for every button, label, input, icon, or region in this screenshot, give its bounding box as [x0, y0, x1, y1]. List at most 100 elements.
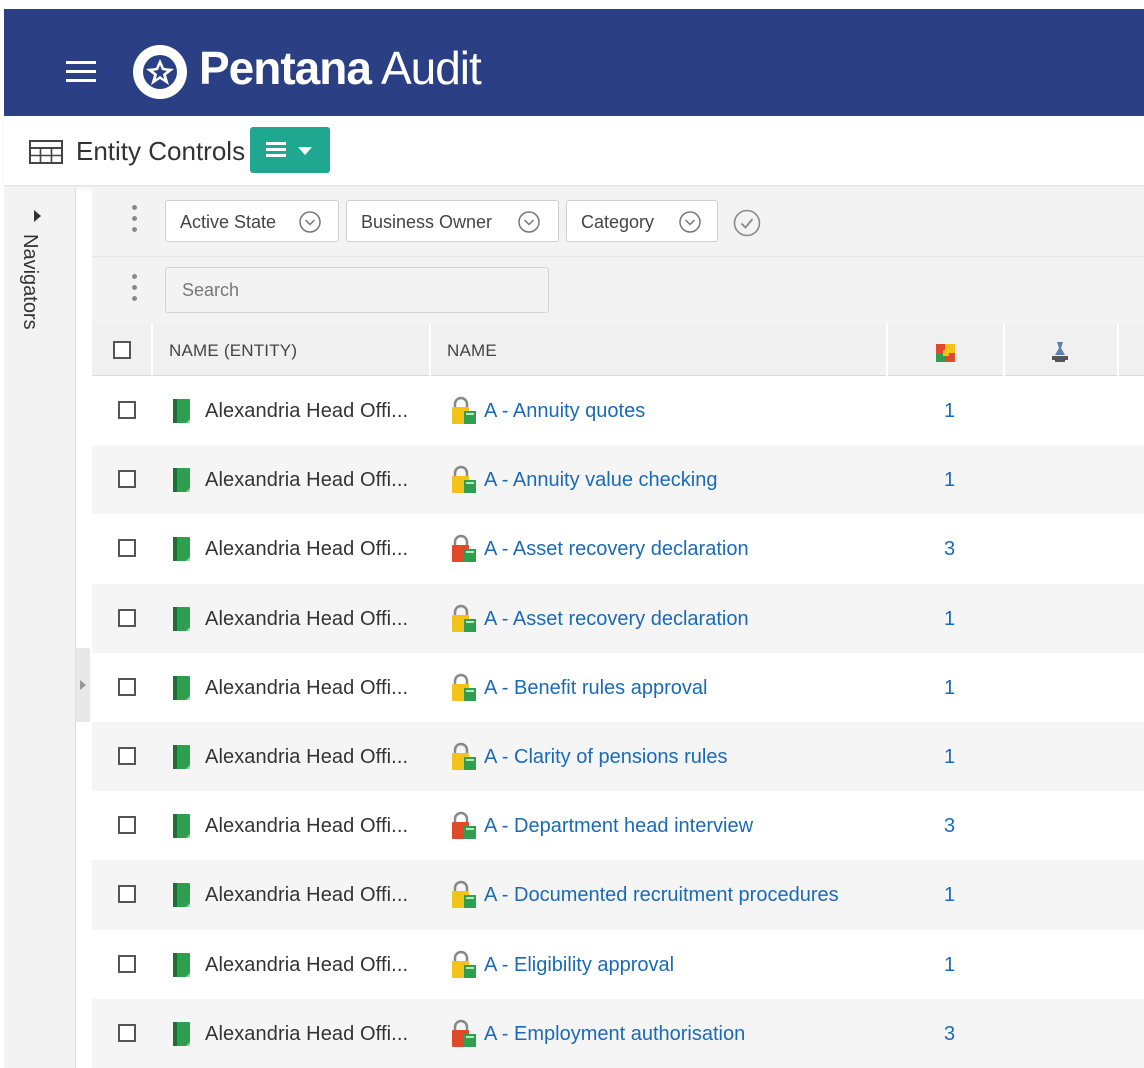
test-count-link[interactable]: 1	[944, 884, 955, 907]
column-header-control-name[interactable]: NAME	[447, 341, 497, 361]
test-count-link[interactable]: 3	[944, 1023, 955, 1046]
entity-name: Alexandria Head Offi...	[205, 745, 409, 768]
search-input[interactable]	[165, 267, 549, 313]
control-lock-icon	[452, 950, 476, 978]
control-lock-icon	[452, 673, 476, 701]
chevron-down-circle-icon	[679, 211, 701, 233]
control-name-link[interactable]: A - Asset recovery declaration	[484, 538, 749, 561]
control-name-link[interactable]: A - Documented recruitment procedures	[484, 884, 839, 907]
column-separator[interactable]	[429, 324, 431, 376]
row-checkbox[interactable]	[118, 539, 136, 558]
entity-icon	[173, 606, 190, 631]
entity-name: Alexandria Head Offi...	[205, 953, 409, 976]
control-name-link[interactable]: A - Employment authorisation	[484, 1023, 745, 1046]
test-count-link[interactable]: 1	[944, 954, 955, 977]
entity-icon	[173, 1021, 190, 1046]
filter-chip-label: Active State	[180, 212, 277, 232]
test-count-link[interactable]: 1	[944, 400, 955, 423]
entity-name: Alexandria Head Offi...	[205, 469, 409, 492]
entity-name: Alexandria Head Offi...	[205, 400, 409, 422]
filter-divider	[92, 256, 1144, 257]
control-lock-icon	[452, 535, 476, 563]
control-name-link[interactable]: A - Benefit rules approval	[484, 677, 707, 700]
filter-chip-category[interactable]: Category	[566, 200, 718, 242]
entity-icon	[173, 399, 190, 423]
table-row[interactable]: Alexandria Head Offi... A - Department he…	[92, 791, 1144, 861]
control-lock-icon	[452, 604, 476, 632]
column-separator[interactable]	[151, 324, 153, 376]
control-status-column-icon[interactable]	[934, 341, 958, 365]
pentana-logo-icon	[133, 45, 187, 99]
entity-icon	[173, 537, 190, 562]
column-separator[interactable]	[886, 324, 888, 376]
entity-icon	[173, 814, 190, 839]
column-separator[interactable]	[1003, 324, 1005, 376]
table-row[interactable]: Alexandria Head Offi... A - Documented re…	[92, 860, 1144, 930]
table-row[interactable]: Alexandria Head Offi... A - Employment au…	[92, 998, 1144, 1068]
entity-name: Alexandria Head Offi...	[205, 538, 409, 561]
chevron-down-circle-icon	[299, 211, 321, 233]
row-checkbox[interactable]	[118, 608, 136, 627]
filter-chip-label: Category	[581, 212, 655, 232]
control-name-link[interactable]: A - Annuity quotes	[484, 400, 645, 423]
row-checkbox[interactable]	[118, 954, 136, 973]
entity-icon	[173, 744, 190, 769]
navigators-panel[interactable]: Navigators	[4, 188, 76, 1068]
test-count-link[interactable]: 1	[944, 746, 955, 769]
row-checkbox[interactable]	[118, 470, 136, 489]
filter-chip-active-state[interactable]: Active State	[165, 200, 339, 242]
brand-name-light: Audit	[380, 42, 482, 94]
brand-name-bold: Pentana	[199, 42, 372, 94]
control-lock-icon	[452, 742, 476, 770]
test-count-link[interactable]: 3	[944, 815, 955, 838]
table-row[interactable]: Alexandria Head Offi... A - Eligibility a…	[92, 929, 1144, 999]
control-name-link[interactable]: A - Eligibility approval	[484, 954, 674, 977]
table-row[interactable]: Alexandria Head Offi... A - Asset recover…	[92, 514, 1144, 584]
table-body: Alexandria Head Offi... A - Annuity quote…	[92, 376, 1144, 1068]
expand-arrow-icon[interactable]	[34, 210, 41, 222]
row-checkbox[interactable]	[118, 401, 136, 419]
entity-icon	[173, 468, 190, 493]
control-name-link[interactable]: A - Annuity value checking	[484, 469, 717, 492]
table-row[interactable]: Alexandria Head Offi... A - Clarity of pe…	[92, 721, 1144, 792]
row-checkbox[interactable]	[118, 746, 136, 765]
filter-options-kebab-icon[interactable]	[131, 205, 139, 235]
brand-title: Pentana Audit	[199, 41, 482, 95]
control-lock-icon	[452, 1019, 476, 1047]
hamburger-menu-icon[interactable]	[66, 61, 96, 83]
expand-triangle-icon	[80, 680, 86, 690]
row-checkbox[interactable]	[118, 816, 136, 835]
entity-name: Alexandria Head Offi...	[205, 607, 409, 630]
row-checkbox[interactable]	[118, 885, 136, 904]
search-options-kebab-icon[interactable]	[131, 274, 139, 304]
view-menu-button[interactable]	[250, 127, 330, 173]
column-separator[interactable]	[1117, 324, 1119, 376]
test-column-icon[interactable]	[1049, 339, 1071, 365]
control-name-link[interactable]: A - Department head interview	[484, 815, 753, 838]
table-row[interactable]: Alexandria Head Offi... A - Annuity quote…	[92, 376, 1144, 446]
control-lock-icon	[452, 881, 476, 909]
filter-chip-business-owner[interactable]: Business Owner	[346, 200, 559, 242]
table-row[interactable]: Alexandria Head Offi... A - Benefit rules…	[92, 652, 1144, 722]
control-name-link[interactable]: A - Asset recovery declaration	[484, 608, 749, 631]
control-lock-icon	[452, 811, 476, 840]
column-header-entity-name[interactable]: NAME (ENTITY)	[169, 341, 297, 361]
entity-name: Alexandria Head Offi...	[205, 676, 409, 699]
apply-filters-check-icon[interactable]	[733, 209, 761, 237]
test-count-link[interactable]: 1	[944, 608, 955, 631]
table-row[interactable]: Alexandria Head Offi... A - Asset recover…	[92, 583, 1144, 653]
row-checkbox[interactable]	[118, 677, 136, 696]
select-all-checkbox[interactable]	[113, 341, 131, 359]
app-header: Pentana Audit	[4, 9, 1144, 116]
panel-resize-handle[interactable]	[76, 648, 90, 722]
control-name-link[interactable]: A - Clarity of pensions rules	[484, 746, 727, 769]
entity-name: Alexandria Head Offi...	[205, 815, 409, 838]
test-count-link[interactable]: 3	[944, 538, 955, 561]
test-count-link[interactable]: 1	[944, 469, 955, 492]
row-checkbox[interactable]	[118, 1023, 136, 1042]
entity-icon	[173, 883, 190, 908]
chevron-down-circle-icon	[518, 211, 540, 233]
test-count-link[interactable]: 1	[944, 677, 955, 700]
filter-chip-label: Business Owner	[361, 212, 493, 232]
table-row[interactable]: Alexandria Head Offi... A - Annuity value…	[92, 445, 1144, 515]
